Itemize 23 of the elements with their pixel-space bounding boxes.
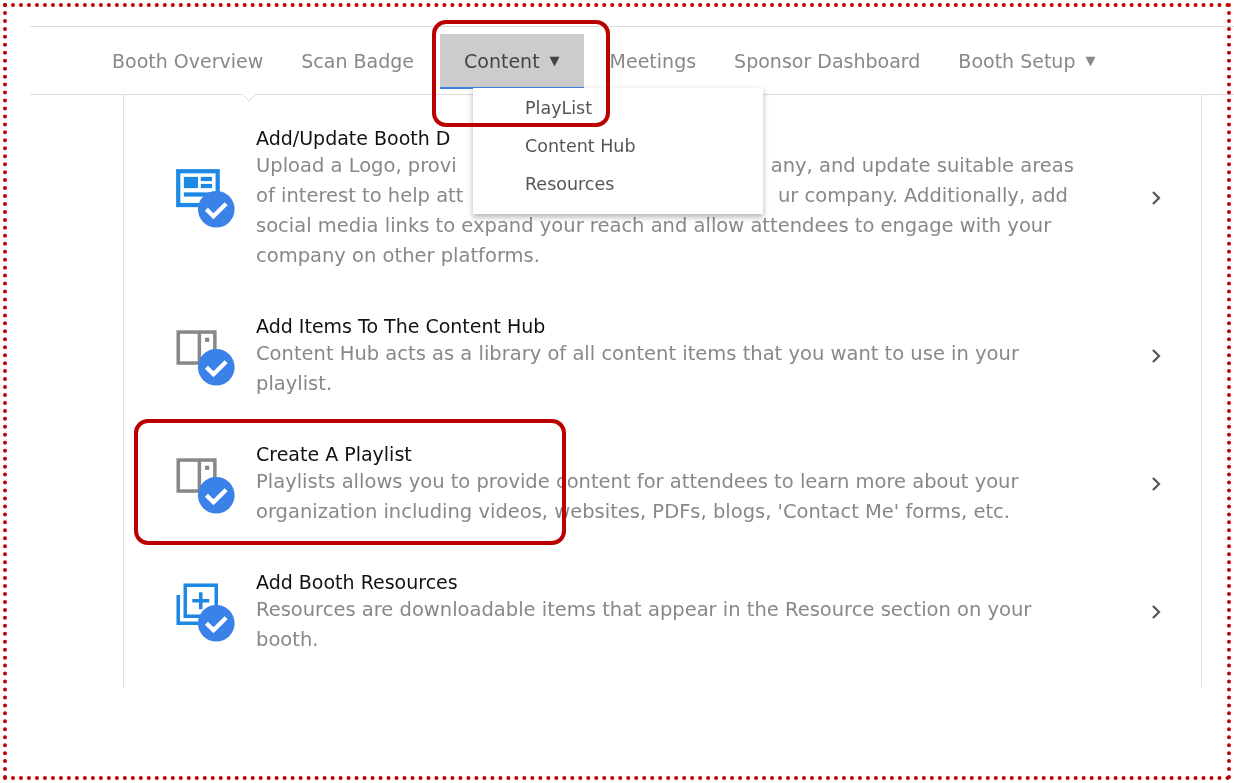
caret-icon: ▼	[1085, 53, 1096, 68]
task-title: Add/Update Booth D	[256, 126, 451, 151]
task-title: Create A Playlist	[256, 442, 412, 467]
nav-tab[interactable]: Content ▼	[440, 34, 584, 89]
task-description: any, and update suitable areas	[770, 153, 1074, 179]
task-description: Resources are downloadable items that appear in the Resource section on your booth.	[256, 597, 1033, 653]
task-description: Upload a Logo, provi	[256, 153, 457, 179]
task-title: Add Booth Resources	[256, 570, 458, 595]
caret-icon: ▼	[549, 53, 560, 68]
nav-tab[interactable]: Scan Badge	[289, 27, 426, 94]
task-description: Content Hub acts as a library of all content items that you want to use in your playlist.	[256, 341, 1020, 397]
task-description: ur company. Additionally, add	[778, 183, 1068, 209]
task-description: company on other platforms.	[256, 243, 540, 269]
nav-tab[interactable]: Booth Setup ▼	[946, 27, 1108, 94]
menu-item[interactable]: Resources	[525, 172, 615, 196]
nav-tab[interactable]: Booth Overview	[100, 27, 276, 94]
task-title: Add Items To The Content Hub	[256, 314, 546, 339]
menu-item[interactable]: Content Hub	[525, 134, 636, 158]
nav-tab[interactable]: Sponsor Dashboard	[722, 27, 933, 94]
task-description: social media links to expand your reach and allow attendees to engage with your	[256, 213, 1052, 239]
menu-item[interactable]: PlayList	[525, 96, 593, 120]
task-description: of interest to help att	[256, 183, 464, 209]
nav-tab[interactable]: Meetings	[597, 27, 709, 94]
